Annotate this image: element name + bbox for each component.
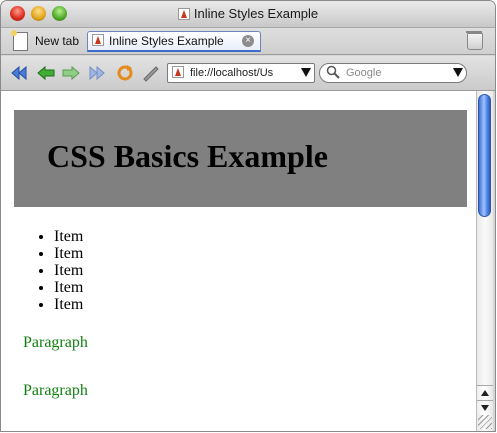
item-list: Item Item Item Item Item	[36, 228, 83, 313]
scroll-up-arrow-icon	[481, 390, 489, 396]
tab-bar: New tab Inline Styles Example ×	[1, 28, 495, 55]
reload-icon[interactable]	[115, 64, 135, 82]
list-item: Item	[54, 279, 83, 296]
paragraph: Paragraph	[23, 334, 88, 351]
back-double-icon[interactable]	[9, 64, 29, 82]
forward-icon[interactable]	[61, 64, 81, 82]
list-item: Item	[54, 262, 83, 279]
title-bar[interactable]: Inline Styles Example	[1, 1, 495, 28]
search-icon	[326, 65, 340, 82]
tab-close-icon[interactable]: ×	[242, 35, 254, 47]
list-item: Item	[54, 296, 83, 313]
new-tab-label: New tab	[35, 34, 80, 48]
scrollbar-thumb[interactable]	[478, 94, 491, 217]
back-icon[interactable]	[36, 64, 56, 82]
address-text: file://localhost/Us	[190, 67, 274, 79]
window-title: Inline Styles Example	[1, 6, 495, 23]
address-bar[interactable]: file://localhost/Us	[167, 63, 315, 83]
window-title-text: Inline Styles Example	[193, 6, 319, 21]
navigation-toolbar: file://localhost/Us	[1, 56, 495, 91]
search-engine-dropdown-icon[interactable]	[453, 68, 463, 77]
list-item: Item	[54, 245, 83, 262]
scroll-down-button[interactable]	[477, 400, 493, 415]
page-content: CSS Basics Example Item Item Item Item I…	[1, 91, 476, 431]
new-document-icon	[11, 29, 28, 51]
tab-inline-styles-example[interactable]: Inline Styles Example ×	[87, 31, 261, 52]
edit-icon[interactable]	[141, 64, 161, 82]
scroll-down-arrow-icon	[481, 405, 489, 411]
tab-favicon-icon	[92, 33, 104, 49]
search-box[interactable]	[319, 63, 467, 83]
new-tab-button[interactable]: New tab	[11, 29, 80, 51]
search-input[interactable]	[346, 67, 436, 79]
resize-grip-icon[interactable]	[478, 415, 492, 429]
forward-double-icon[interactable]	[87, 64, 107, 82]
address-dropdown-icon[interactable]	[301, 68, 311, 77]
paragraph: Paragraph	[23, 382, 88, 399]
trash-icon[interactable]	[466, 31, 483, 50]
page-heading: CSS Basics Example	[47, 138, 328, 174]
list-item: Item	[54, 228, 83, 245]
scroll-up-button[interactable]	[477, 385, 493, 400]
vertical-scrollbar[interactable]	[476, 91, 493, 431]
page-favicon-icon	[177, 8, 190, 23]
heading-banner: CSS Basics Example	[14, 110, 467, 207]
browser-window: Inline Styles Example New tab Inline Sty…	[1, 1, 495, 431]
address-favicon-icon	[172, 65, 184, 81]
tab-label: Inline Styles Example	[109, 34, 224, 48]
